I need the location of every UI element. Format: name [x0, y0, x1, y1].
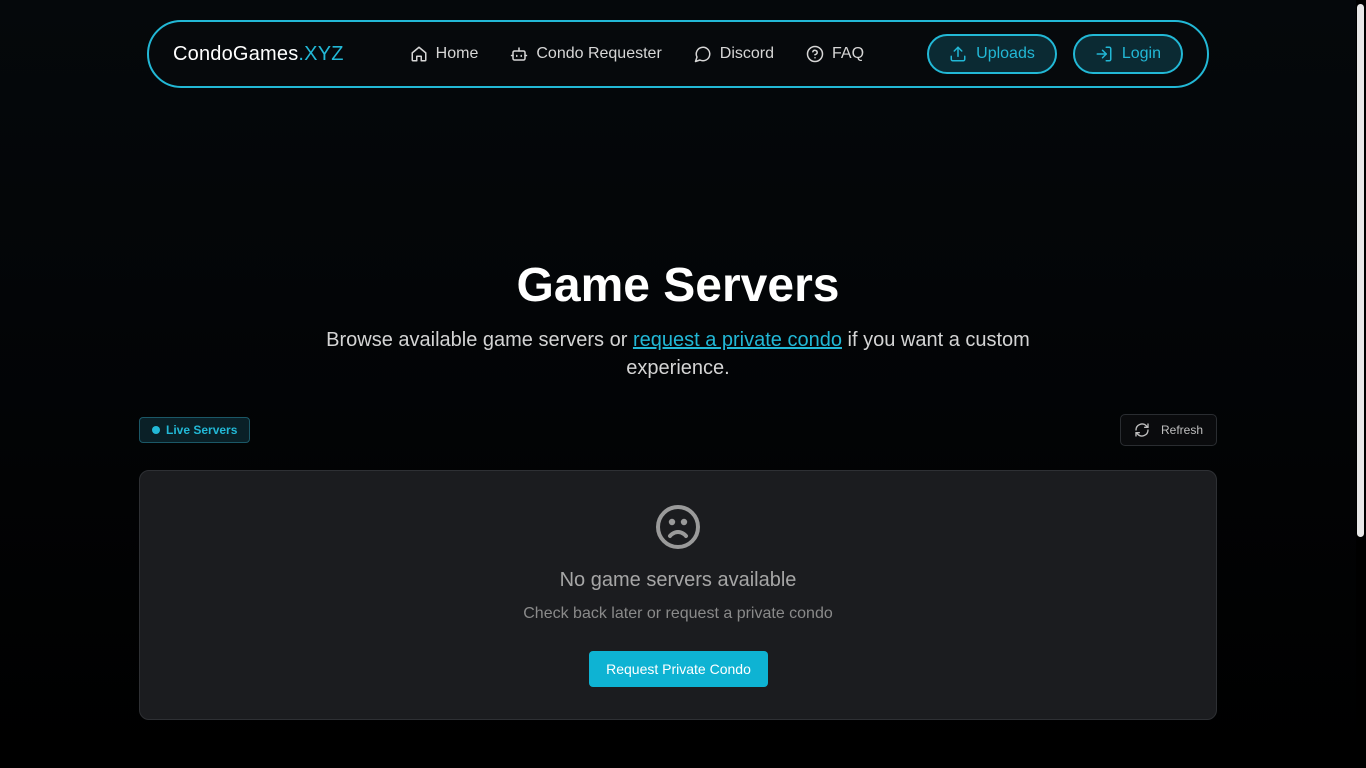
upload-icon [950, 46, 966, 62]
nav-item-faq[interactable]: FAQ [806, 45, 864, 63]
login-label: Login [1121, 45, 1161, 62]
navbar: CondoGames.XYZ Home Condo Requester Disc… [147, 20, 1209, 88]
scrollbar-thumb[interactable] [1357, 4, 1364, 537]
page: CondoGames.XYZ Home Condo Requester Disc… [0, 0, 1366, 768]
login-icon [1096, 46, 1112, 62]
nav-item-condo-requester[interactable]: Condo Requester [510, 45, 662, 63]
brand-logo[interactable]: CondoGames.XYZ [173, 43, 344, 66]
login-button[interactable]: Login [1072, 34, 1183, 74]
page-subtitle: Browse available game servers or request… [318, 326, 1038, 382]
nav-actions: Uploads Login [927, 34, 1183, 74]
nav-item-label: FAQ [832, 45, 865, 62]
nav-item-label: Condo Requester [536, 45, 662, 62]
subtitle-text-before: Browse available game servers or [326, 329, 633, 351]
nav-item-label: Home [435, 45, 479, 62]
nav-links: Home Condo Requester Discord FAQ [410, 45, 864, 63]
help-circle-icon [806, 45, 824, 63]
uploads-button[interactable]: Uploads [927, 34, 1057, 74]
nav-item-discord[interactable]: Discord [694, 45, 774, 63]
live-servers-badge: Live Servers [139, 417, 251, 443]
nav-item-home[interactable]: Home [410, 45, 479, 63]
live-status-dot-icon [152, 426, 160, 434]
chat-bubble-icon [694, 46, 711, 63]
bot-icon [511, 47, 528, 61]
brand-tld: .XYZ [298, 42, 344, 65]
home-icon [411, 46, 427, 62]
page-title: Game Servers [516, 259, 840, 312]
request-private-condo-link[interactable]: request a private condo [633, 329, 842, 351]
empty-state-subtitle: Check back later or request a private co… [523, 605, 833, 622]
empty-servers-panel: No game servers available Check back lat… [139, 470, 1217, 720]
sad-face-icon [654, 503, 702, 551]
refresh-label: Refresh [1160, 423, 1204, 437]
uploads-label: Uploads [976, 45, 1035, 62]
page-scrollbar[interactable] [1356, 0, 1366, 768]
brand-name: CondoGames [173, 42, 299, 65]
refresh-button[interactable]: Refresh [1120, 414, 1217, 446]
request-private-condo-button[interactable]: Request Private Condo [589, 651, 768, 687]
live-servers-label: Live Servers [166, 423, 238, 437]
nav-item-label: Discord [719, 45, 775, 62]
empty-state-title: No game servers available [559, 569, 797, 591]
refresh-icon [1135, 423, 1149, 437]
